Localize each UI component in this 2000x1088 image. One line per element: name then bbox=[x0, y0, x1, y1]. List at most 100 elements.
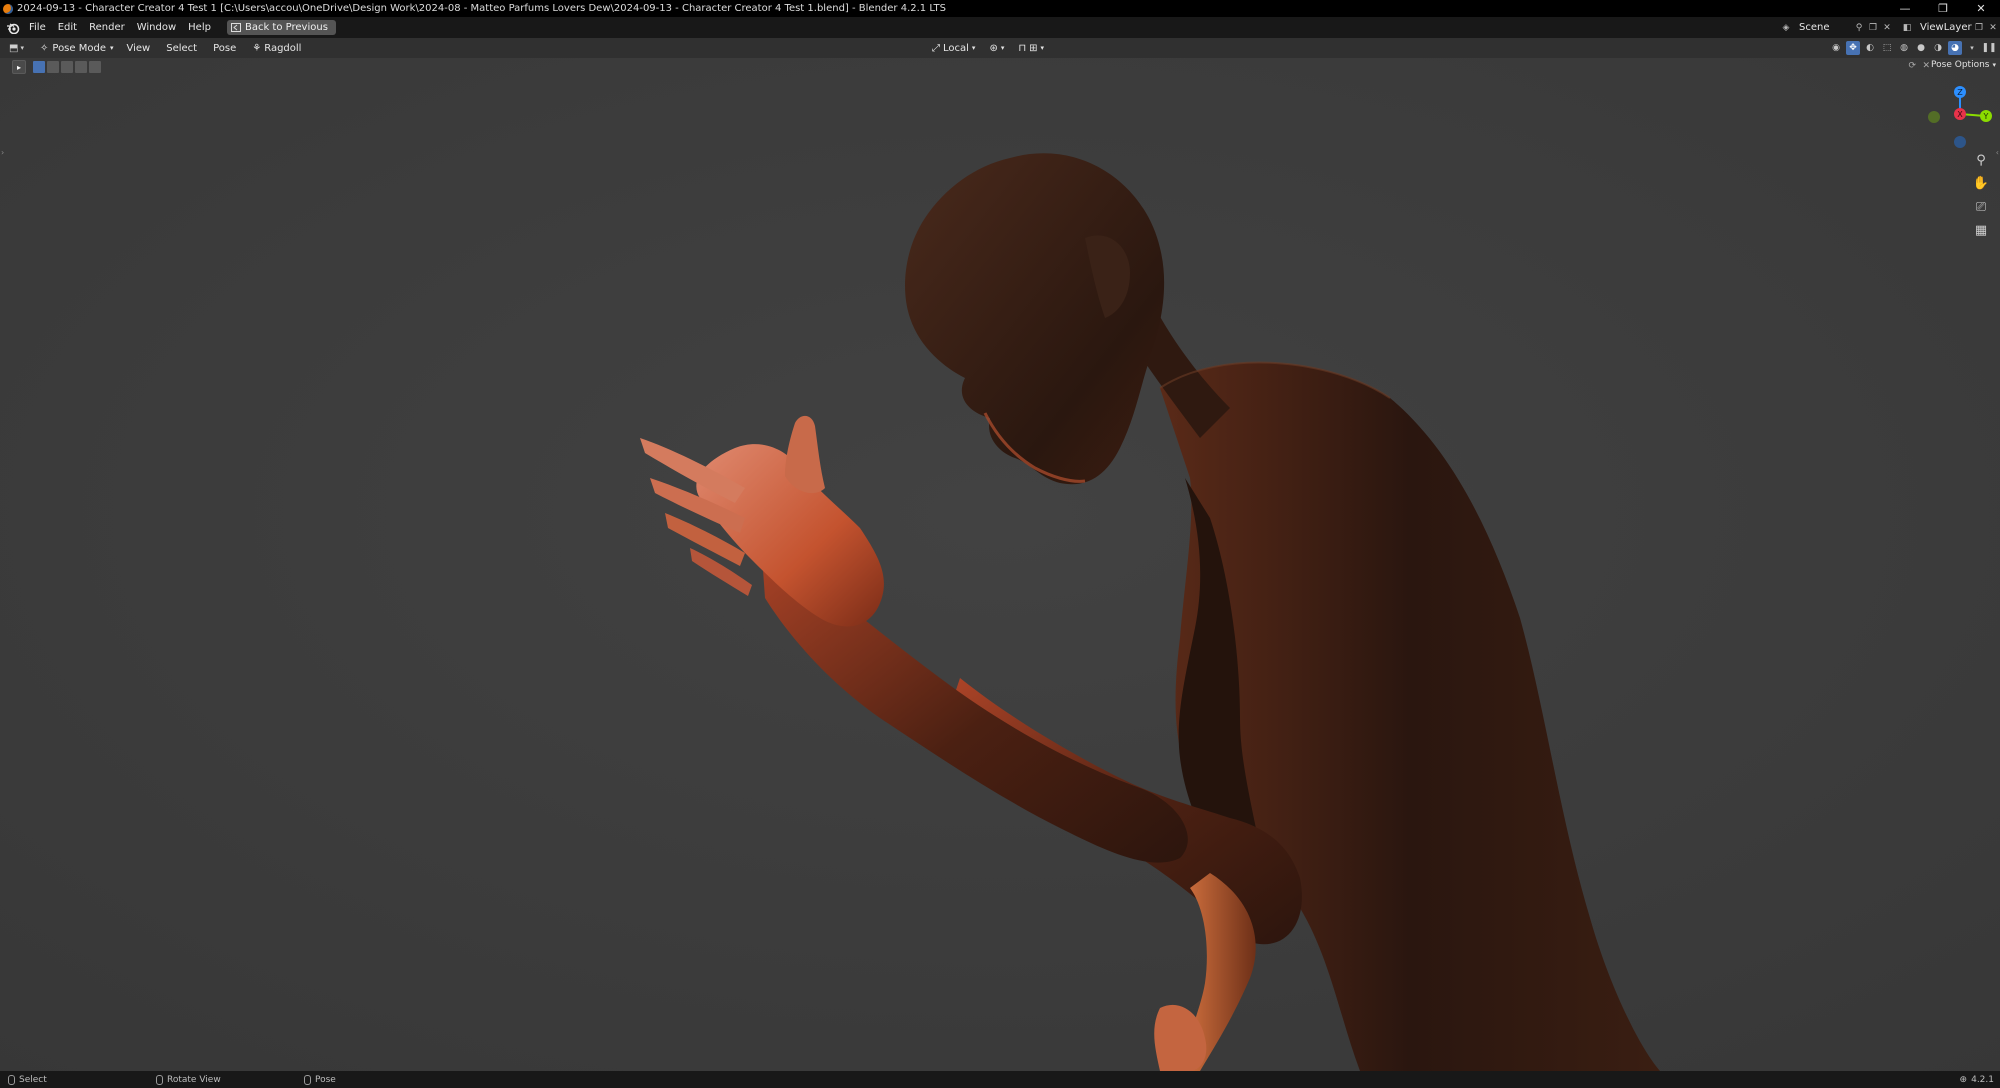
chevron-down-icon: ▾ bbox=[1992, 61, 1996, 69]
mode-selector[interactable]: ✧ Pose Mode ▾ bbox=[35, 40, 119, 56]
toolbar-expand-arrow[interactable]: › bbox=[1, 148, 4, 157]
menu-ragdoll[interactable]: ⚘ Ragdoll bbox=[244, 38, 309, 58]
status-rotate-view: Rotate View bbox=[156, 1071, 221, 1088]
status-pose: Pose bbox=[304, 1071, 336, 1088]
back-to-previous-label: Back to Previous bbox=[244, 22, 328, 33]
editor-type-selector[interactable]: ⬒ ▾ bbox=[9, 40, 31, 56]
orientation-icon: ⤢ bbox=[932, 42, 940, 54]
viewport-shading-tools: ◉ ✥ ◐ ⬚ ◍ ● ◑ ◕ ▾ ❚❚ bbox=[1829, 40, 2000, 56]
scene-name: Scene bbox=[1799, 22, 1830, 33]
mirror-x-icon[interactable]: ✕ bbox=[1922, 61, 1930, 71]
snap-toggle[interactable]: ⊓ ⊞ ▾ bbox=[1014, 40, 1048, 56]
zoom-icon[interactable]: ⚲ bbox=[1970, 149, 1992, 171]
window-titlebar: 2024-09-13 - Character Creator 4 Test 1 … bbox=[0, 0, 2000, 17]
scene-icon: ◈ bbox=[1782, 22, 1790, 33]
select-intersect-icon[interactable] bbox=[89, 61, 101, 73]
view-layer-icon: ◧ bbox=[1902, 22, 1912, 33]
3d-viewport[interactable]: › ‹ bbox=[0, 58, 2000, 1071]
tool-settings-row: ▸ ⟳ ✕ Pose Options ▾ bbox=[0, 58, 2000, 76]
solid-shading-icon[interactable]: ● bbox=[1914, 41, 1928, 55]
pivot-point-select[interactable]: ⊛ ▾ bbox=[985, 40, 1008, 56]
pause-render-icon[interactable]: ❚❚ bbox=[1981, 41, 1996, 55]
ortho-grid-icon[interactable]: ▦ bbox=[1970, 219, 1992, 241]
menu-view[interactable]: View bbox=[119, 38, 159, 58]
menu-file[interactable]: File bbox=[23, 17, 52, 38]
ragdoll-icon: ⚘ bbox=[252, 42, 262, 54]
material-shading-icon[interactable]: ◑ bbox=[1931, 41, 1945, 55]
window-title: 2024-09-13 - Character Creator 4 Test 1 … bbox=[17, 3, 946, 14]
select-tool-icon[interactable]: ▸ bbox=[12, 60, 26, 74]
left-mouse-icon bbox=[8, 1074, 15, 1085]
transform-orientation-select[interactable]: ⤢ Local ▾ bbox=[928, 40, 979, 56]
menu-pose[interactable]: Pose bbox=[205, 38, 244, 58]
select-invert-icon[interactable] bbox=[75, 61, 87, 73]
menu-edit[interactable]: Edit bbox=[52, 17, 83, 38]
visibility-icon[interactable]: ◉ bbox=[1829, 41, 1843, 55]
pin-icon[interactable]: ⚲ bbox=[1852, 21, 1866, 35]
view-layer-selector[interactable]: ◧ ViewLayer ❐ ✕ bbox=[1900, 20, 2000, 35]
auto-normalize-icon[interactable]: ⟳ bbox=[1908, 61, 1916, 71]
menu-window[interactable]: Window bbox=[131, 17, 182, 38]
version-info: ⊕ 4.2.1 bbox=[1960, 1071, 1994, 1088]
scene-layer-group: ◈ Scene ⚲ ❐ ✕ ◧ ViewLayer ❐ ✕ bbox=[1779, 17, 2000, 38]
top-menubar: File Edit Render Window Help Back to Pre… bbox=[0, 17, 2000, 38]
gizmo-neg-z bbox=[1954, 136, 1966, 148]
overlay-toggle-icon[interactable]: ◐ bbox=[1863, 41, 1877, 55]
right-mouse-icon bbox=[304, 1074, 311, 1085]
new-layer-icon[interactable]: ❐ bbox=[1972, 21, 1986, 35]
back-to-previous-button[interactable]: Back to Previous bbox=[226, 20, 336, 35]
transform-settings: ⤢ Local ▾ ⊛ ▾ ⊓ ⊞ ▾ bbox=[928, 40, 1048, 56]
gizmo-z-label: Z bbox=[1957, 88, 1963, 97]
wireframe-shading-icon[interactable]: ◍ bbox=[1897, 41, 1911, 55]
view-layer-name: ViewLayer bbox=[1920, 22, 1972, 33]
xray-icon[interactable]: ⬚ bbox=[1880, 41, 1894, 55]
chevron-down-icon: ▾ bbox=[971, 44, 976, 52]
window-controls: — ❐ ✕ bbox=[1886, 0, 2000, 17]
ragdoll-label: Ragdoll bbox=[264, 42, 302, 54]
pose-mode-icon: ✧ bbox=[40, 42, 49, 54]
chevron-down-icon: ▾ bbox=[109, 44, 114, 52]
minimize-button[interactable]: — bbox=[1886, 0, 1924, 17]
back-arrow-icon bbox=[230, 23, 241, 32]
snap-target-icon: ⊞ bbox=[1029, 42, 1038, 54]
rendered-shading-icon[interactable]: ◕ bbox=[1948, 41, 1962, 55]
globe-icon: ⊕ bbox=[1959, 1074, 1968, 1085]
select-subtract-icon[interactable] bbox=[61, 61, 73, 73]
version-label: 4.2.1 bbox=[1971, 1074, 1994, 1085]
snap-magnet-icon: ⊓ bbox=[1018, 42, 1027, 54]
status-rotate-label: Rotate View bbox=[167, 1074, 221, 1085]
close-button[interactable]: ✕ bbox=[1962, 0, 2000, 17]
delete-scene-icon[interactable]: ✕ bbox=[1880, 21, 1894, 35]
new-scene-icon[interactable]: ❐ bbox=[1866, 21, 1880, 35]
menu-select[interactable]: Select bbox=[158, 38, 205, 58]
select-extend-icon[interactable] bbox=[47, 61, 59, 73]
select-new-icon[interactable] bbox=[33, 61, 45, 73]
orientation-label: Local bbox=[943, 42, 969, 54]
gizmo-x-label: X bbox=[1957, 110, 1963, 119]
3d-viewport-icon: ⬒ bbox=[9, 42, 19, 54]
viewport-header: ⬒ ▾ ✧ Pose Mode ▾ View Select Pose ⚘ Ragdo… bbox=[0, 38, 2000, 58]
pose-options-label: Pose Options bbox=[1931, 60, 1990, 70]
menu-help[interactable]: Help bbox=[182, 17, 217, 38]
status-bar: Select Rotate View Pose ⊕ 4.2.1 bbox=[0, 1071, 2000, 1088]
status-select-label: Select bbox=[19, 1074, 47, 1085]
pose-options-dropdown[interactable]: Pose Options ▾ bbox=[1931, 60, 1996, 70]
camera-view-icon[interactable]: ⎚ bbox=[1970, 196, 1992, 218]
middle-mouse-icon bbox=[156, 1074, 163, 1085]
gizmo-toggle-icon[interactable]: ✥ bbox=[1846, 41, 1860, 55]
menu-render[interactable]: Render bbox=[83, 17, 131, 38]
status-select: Select bbox=[8, 1071, 47, 1088]
rendered-figure bbox=[0, 58, 2000, 1071]
scene-selector[interactable]: ◈ Scene ⚲ ❐ ✕ bbox=[1779, 20, 1894, 35]
maximize-button[interactable]: ❐ bbox=[1924, 0, 1962, 17]
mode-label: Pose Mode bbox=[52, 42, 106, 54]
delete-layer-icon[interactable]: ✕ bbox=[1986, 21, 2000, 35]
gizmo-neg-y bbox=[1928, 111, 1940, 123]
blender-logo-icon[interactable] bbox=[3, 17, 23, 38]
pan-hand-icon[interactable]: ✋ bbox=[1970, 172, 1992, 194]
gizmo-y-label: Y bbox=[1983, 112, 1989, 121]
shading-options-icon[interactable]: ▾ bbox=[1965, 41, 1979, 55]
navigation-gizmo[interactable]: Z X Y bbox=[1920, 80, 2000, 160]
selection-mode-buttons bbox=[33, 61, 101, 73]
status-pose-label: Pose bbox=[315, 1074, 336, 1085]
